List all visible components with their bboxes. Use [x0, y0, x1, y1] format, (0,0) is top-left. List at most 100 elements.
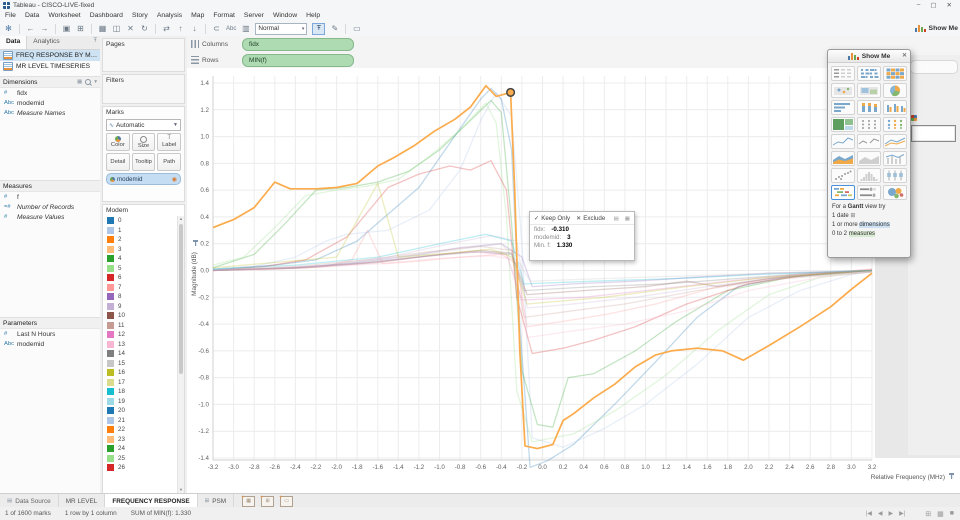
highlight-icon[interactable]: ✎ — [330, 24, 339, 33]
legend-item[interactable]: 7 — [103, 283, 178, 293]
datasource-item[interactable]: FREQ RESPONSE BY MODEM — [0, 50, 100, 61]
field-item[interactable]: Abc modemid — [0, 339, 100, 349]
menu-window[interactable]: Window — [273, 12, 297, 19]
pane-pin-icon[interactable]: Ŧ — [90, 36, 100, 49]
showme-tile-dual-combination[interactable] — [883, 151, 907, 166]
sheet-tab-data-source[interactable]: ▤ Data Source — [0, 494, 59, 508]
sheet-tab-psm[interactable]: ⊞ PSM — [198, 494, 235, 508]
legend-item[interactable]: 5 — [103, 264, 178, 274]
showme-tile-box-and-whisker[interactable] — [883, 168, 907, 183]
legend-item[interactable]: 11 — [103, 321, 178, 331]
showme-tile-histogram[interactable] — [857, 168, 881, 183]
legend-item[interactable]: 12 — [103, 330, 178, 340]
showme-tile-treemap[interactable] — [831, 117, 855, 132]
tooltip-button[interactable]: Tooltip — [131, 153, 156, 171]
field-item[interactable]: Abc Measure Names — [0, 108, 100, 118]
next-page-icon[interactable]: ▶ — [888, 510, 893, 517]
legend-scrollbar[interactable]: ▲ ▼ — [177, 216, 184, 493]
showme-tile-area-continuous[interactable] — [831, 151, 855, 166]
menu-map[interactable]: Map — [191, 12, 204, 19]
first-page-icon[interactable]: |◀ — [866, 510, 872, 517]
full-view-icon[interactable]: ■ — [950, 510, 954, 517]
new-dashboard-button[interactable]: ⊞ + — [260, 495, 275, 507]
sort-menu-icon[interactable]: ▾ — [94, 79, 97, 85]
prev-page-icon[interactable]: ◀ — [878, 510, 883, 517]
view-options-icon[interactable]: ▦ — [77, 79, 82, 85]
pages-shelf[interactable]: Pages — [102, 38, 185, 72]
legend-item[interactable]: 16 — [103, 368, 178, 378]
showme-tile-highlight-table[interactable] — [883, 66, 907, 81]
legend-item[interactable]: 0 — [103, 216, 178, 226]
legend-item[interactable]: 8 — [103, 292, 178, 302]
tile-view-icon[interactable]: ⊞ — [925, 510, 931, 518]
showme-tile-circle-views[interactable] — [857, 117, 881, 132]
showme-tile-side-by-side-bars[interactable] — [883, 100, 907, 115]
minimize-button[interactable]: – — [917, 1, 921, 9]
tooltip-command-keep-only[interactable]: ✓ Keep Only — [534, 215, 570, 222]
maximize-button[interactable]: ▢ — [930, 1, 936, 9]
fit-selector[interactable]: Normal ▾ — [255, 22, 308, 35]
tab-data[interactable]: Data — [0, 36, 28, 49]
mark-type-select[interactable]: ∿ Automatic ▼ — [106, 119, 181, 131]
show-mark-labels-icon[interactable]: Abc — [226, 26, 236, 32]
showme-tile-horizontal-bars[interactable] — [831, 100, 855, 115]
new-story-button[interactable]: ▭ + — [279, 495, 294, 507]
showme-tile-heat-map[interactable] — [857, 66, 881, 81]
view-data-icon[interactable]: ▦ — [625, 216, 630, 222]
legend-item[interactable]: 23 — [103, 435, 178, 445]
show-me-header[interactable]: Show Me ✕ — [828, 50, 910, 63]
menu-data[interactable]: Data — [25, 12, 39, 19]
highlight-legend-icon[interactable]: ◉ — [172, 176, 177, 183]
tab-analytics[interactable]: Analytics — [27, 36, 65, 49]
pill-min-f[interactable]: MIN(f) — [242, 53, 354, 67]
showme-tile-text-table[interactable] — [831, 66, 855, 81]
legend-item[interactable]: 2 — [103, 235, 178, 245]
legend-item[interactable]: 14 — [103, 349, 178, 359]
field-item[interactable]: # f — [0, 192, 100, 202]
legend-item[interactable]: 22 — [103, 425, 178, 435]
refresh-icon[interactable]: ↻ — [140, 24, 149, 33]
showme-tile-dual-lines[interactable] — [883, 134, 907, 149]
legend-item[interactable]: 9 — [103, 302, 178, 312]
legend-item[interactable]: 21 — [103, 416, 178, 426]
save-icon[interactable]: ▣ — [62, 24, 71, 33]
legend-item[interactable]: 26 — [103, 463, 178, 473]
tooltip-command-exclude[interactable]: ✕ Exclude — [576, 215, 605, 222]
legend-item[interactable]: 19 — [103, 397, 178, 407]
fit-axes-icon[interactable]: ▥ — [241, 24, 250, 33]
redo-icon[interactable]: → — [40, 24, 49, 33]
showme-tile-area-discrete[interactable] — [857, 151, 881, 166]
showme-tile-symbol-map[interactable] — [831, 83, 855, 98]
grid-view-icon[interactable]: ▦ — [937, 510, 944, 518]
menu-story[interactable]: Story — [132, 12, 148, 19]
new-worksheet-button[interactable]: ▦ + — [241, 495, 256, 507]
menu-file[interactable]: File — [5, 12, 16, 19]
size-button[interactable]: Size — [131, 133, 156, 151]
clear-sheet-icon[interactable]: ✕ — [126, 24, 135, 33]
sheet-tab-mr-level[interactable]: MR LEVEL — [59, 494, 106, 508]
showme-tile-continuous-lines[interactable] — [831, 134, 855, 149]
sheet-tab-frequency-response[interactable]: FREQUENCY RESPONSE — [105, 494, 198, 508]
detail-button[interactable]: Detail — [106, 153, 130, 171]
show-me-button[interactable]: Show Me — [914, 25, 958, 32]
new-worksheet-icon[interactable]: ▦ — [98, 24, 107, 33]
legend-item[interactable]: 10 — [103, 311, 178, 321]
color-button[interactable]: Color — [106, 133, 130, 151]
presentation-mode-icon[interactable]: ▭ — [352, 24, 361, 33]
group-icon[interactable]: ▤ — [614, 216, 619, 222]
menu-help[interactable]: Help — [306, 12, 320, 19]
legend-item[interactable]: 20 — [103, 406, 178, 416]
field-item[interactable]: Abc modemid — [0, 98, 100, 108]
duplicate-sheet-icon[interactable]: ◫ — [112, 24, 121, 33]
field-item[interactable]: # Last N Hours — [0, 329, 100, 339]
parameter-input[interactable] — [911, 125, 956, 142]
showme-tile-gantt[interactable] — [831, 185, 855, 200]
showme-tile-stacked-bars[interactable] — [857, 100, 881, 115]
field-item[interactable]: # fidx — [0, 88, 100, 98]
filters-shelf[interactable]: Filters — [102, 74, 185, 104]
legend-item[interactable]: 1 — [103, 226, 178, 236]
tableau-logo-icon[interactable]: ✻ — [4, 24, 13, 33]
pill-fidx[interactable]: fidx — [242, 37, 354, 51]
color-pill-modemid[interactable]: modemid ◉ — [106, 173, 181, 185]
showme-tile-packed-bubbles[interactable] — [883, 185, 907, 200]
